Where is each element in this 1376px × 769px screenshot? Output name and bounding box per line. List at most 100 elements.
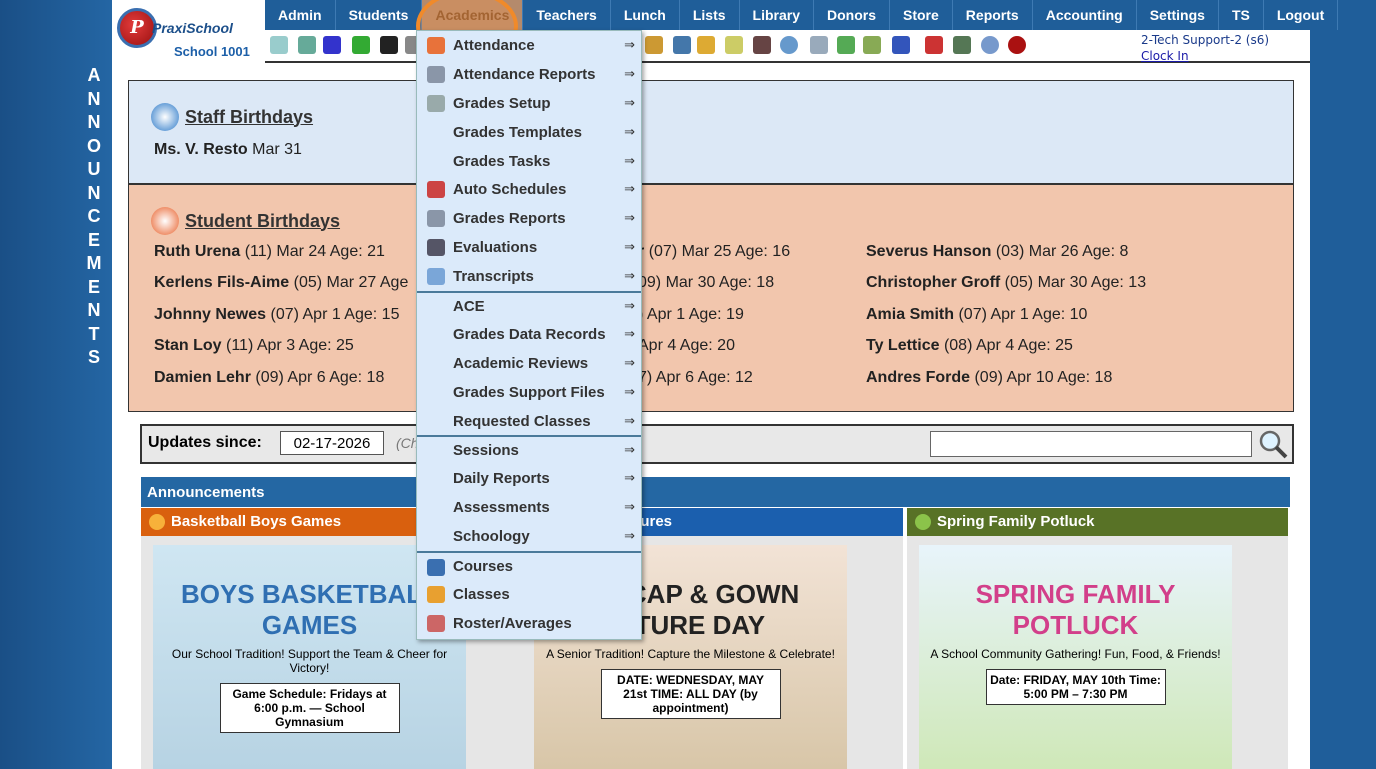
menu-item-academic-reviews[interactable]: Academic Reviews ⇒ bbox=[417, 349, 641, 378]
menu-item-grades-templates[interactable]: Grades Templates ⇒ bbox=[417, 118, 641, 147]
menu-item-courses[interactable]: Courses bbox=[417, 551, 641, 580]
student-birthday-entry: 09) Mar 30 Age: 18 bbox=[638, 274, 774, 292]
student-birthday-entry: 7) Apr 6 Age: 12 bbox=[638, 369, 753, 387]
pdf-icon[interactable] bbox=[925, 36, 943, 54]
nav-item-library[interactable]: Library bbox=[740, 0, 814, 30]
person-detail: (07) Apr 1 Age: 10 bbox=[958, 306, 1088, 323]
person-detail: (11) Apr 3 Age: 25 bbox=[226, 337, 354, 354]
person-detail: (03) Mar 26 Age: 8 bbox=[995, 243, 1129, 260]
clock-in-link[interactable]: Clock In bbox=[1141, 48, 1269, 64]
menu-item-schoology[interactable]: Schoology ⇒ bbox=[417, 522, 641, 551]
search-input[interactable] bbox=[930, 431, 1252, 457]
calculator-icon[interactable] bbox=[810, 36, 828, 54]
card-title[interactable]: Basketball Boys Games bbox=[171, 508, 341, 536]
menu-item-label: Requested Classes bbox=[453, 412, 591, 430]
note-arrow-icon[interactable] bbox=[725, 36, 743, 54]
card-title[interactable]: Spring Family Potluck bbox=[937, 508, 1095, 536]
student-birthdays-panel: Student Birthdays Ruth Urena (11) Mar 24… bbox=[128, 184, 1294, 412]
search-icon[interactable] bbox=[270, 36, 288, 54]
announcement-poster[interactable]: SPRING FAMILY POTLUCK A School Community … bbox=[919, 545, 1232, 769]
roster-icon bbox=[427, 614, 445, 632]
card-header[interactable]: Spring Family Potluck bbox=[907, 508, 1288, 536]
menu-item-ace[interactable]: ACE ⇒ bbox=[417, 291, 641, 320]
student-birthday-entry: Christopher Groff (05) Mar 30 Age: 13 bbox=[866, 274, 1146, 292]
student-birthdays-title[interactable]: Student Birthdays bbox=[151, 207, 340, 235]
burger-icon[interactable] bbox=[645, 36, 663, 54]
menu-item-classes[interactable]: Classes bbox=[417, 580, 641, 609]
menu-item-grades-data-records[interactable]: Grades Data Records ⇒ bbox=[417, 320, 641, 349]
checkbox-icon bbox=[427, 239, 445, 257]
menu-item-grades-reports[interactable]: Grades Reports ⇒ bbox=[417, 204, 641, 233]
card-icon[interactable] bbox=[837, 36, 855, 54]
menu-item-grades-tasks[interactable]: Grades Tasks ⇒ bbox=[417, 147, 641, 176]
person-detail: (08) Apr 4 Age: 25 bbox=[943, 337, 1073, 354]
person-detail: (09) Apr 6 Age: 18 bbox=[255, 369, 385, 386]
nav-item-accounting[interactable]: Accounting bbox=[1033, 0, 1137, 30]
student-birthday-entry: Damien Lehr (09) Apr 6 Age: 18 bbox=[154, 369, 384, 387]
updates-since-date-input[interactable] bbox=[280, 431, 384, 455]
calendar-icon[interactable] bbox=[298, 36, 316, 54]
person-detail: 09) Mar 30 Age: 18 bbox=[638, 274, 775, 291]
menu-item-assessments[interactable]: Assessments ⇒ bbox=[417, 493, 641, 522]
phone-icon[interactable] bbox=[380, 36, 398, 54]
menu-item-grades-setup[interactable]: Grades Setup ⇒ bbox=[417, 89, 641, 118]
updates-bar: Updates since: (Ch bbox=[140, 424, 1294, 464]
menu-item-attendance[interactable]: Attendance ⇒ bbox=[417, 31, 641, 60]
nav-item-lists[interactable]: Lists bbox=[680, 0, 740, 30]
menu-item-label: Grades Data Records bbox=[453, 325, 606, 343]
nav-item-settings[interactable]: Settings bbox=[1137, 0, 1219, 30]
bell-icon[interactable] bbox=[697, 36, 715, 54]
menu-item-attendance-reports[interactable]: Attendance Reports ⇒ bbox=[417, 60, 641, 89]
menu-item-label: Grades Support Files bbox=[453, 383, 605, 401]
announcement-card[interactable]: Spring Family Potluck SPRING FAMILY POTLU… bbox=[907, 508, 1288, 769]
nav-item-logout[interactable]: Logout bbox=[1264, 0, 1339, 30]
alarm-clock-icon[interactable] bbox=[780, 36, 798, 54]
nav-item-reports[interactable]: Reports bbox=[953, 0, 1033, 30]
menu-item-label: Attendance Reports bbox=[453, 65, 596, 83]
calendar-clock-icon bbox=[427, 181, 445, 199]
menu-item-label: Sessions bbox=[453, 442, 519, 460]
menu-item-auto-schedules[interactable]: Auto Schedules ⇒ bbox=[417, 175, 641, 204]
book-icon[interactable] bbox=[673, 36, 691, 54]
ap-icon[interactable] bbox=[892, 36, 910, 54]
printer-card-icon[interactable] bbox=[863, 36, 881, 54]
menu-item-transcripts[interactable]: Transcripts ⇒ bbox=[417, 262, 641, 291]
student-birthday-entry: Severus Hanson (03) Mar 26 Age: 8 bbox=[866, 243, 1128, 261]
chat-icon[interactable] bbox=[352, 36, 370, 54]
nav-item-store[interactable]: Store bbox=[890, 0, 953, 30]
poster-details: Date: FRIDAY, MAY 10th Time: 5:00 PM – 7… bbox=[985, 669, 1166, 705]
logo-mark: P bbox=[117, 8, 157, 48]
announcements-vertical-label[interactable]: ANNOUNCEMENTS bbox=[84, 64, 104, 370]
student-birthday-entry: Johnny Newes (07) Apr 1 Age: 15 bbox=[154, 306, 399, 324]
nav-item-lunch[interactable]: Lunch bbox=[611, 0, 680, 30]
staff-birthday-entry: Ms. V. Resto Mar 31 bbox=[154, 141, 302, 159]
alert-icon[interactable] bbox=[1008, 36, 1026, 54]
menu-item-grades-support-files[interactable]: Grades Support Files ⇒ bbox=[417, 378, 641, 407]
person-name: Damien Lehr bbox=[154, 369, 251, 386]
nav-item-ts[interactable]: TS bbox=[1219, 0, 1264, 30]
menu-item-sessions[interactable]: Sessions ⇒ bbox=[417, 435, 641, 464]
at-email-icon[interactable] bbox=[323, 36, 341, 54]
person-icon bbox=[427, 585, 445, 603]
arrow-right-icon: ⇒ bbox=[624, 37, 635, 53]
menu-item-daily-reports[interactable]: Daily Reports ⇒ bbox=[417, 464, 641, 493]
menu-item-roster-averages[interactable]: Roster/Averages bbox=[417, 609, 641, 638]
person-icon[interactable] bbox=[753, 36, 771, 54]
nav-item-teachers[interactable]: Teachers bbox=[523, 0, 611, 30]
nav-item-admin[interactable]: Admin bbox=[265, 0, 336, 30]
person-detail: Apr 4 Age: 20 bbox=[638, 337, 735, 354]
help-icon[interactable] bbox=[981, 36, 999, 54]
person-name: Amia Smith bbox=[866, 306, 955, 323]
printer-icon bbox=[427, 210, 445, 228]
menu-item-requested-classes[interactable]: Requested Classes ⇒ bbox=[417, 407, 641, 436]
staff-birthdays-title[interactable]: Staff Birthdays bbox=[151, 103, 313, 131]
search-icon[interactable] bbox=[1258, 429, 1288, 459]
logo[interactable]: P PraxiSchool School 1001 bbox=[112, 0, 265, 62]
nav-item-students[interactable]: Students bbox=[336, 0, 423, 30]
nav-item-donors[interactable]: Donors bbox=[814, 0, 890, 30]
menu-item-evaluations[interactable]: Evaluations ⇒ bbox=[417, 233, 641, 262]
poster-details: DATE: WEDNESDAY, MAY 21st TIME: ALL DAY … bbox=[600, 669, 781, 719]
staff-birthdays-title-text: Staff Birthdays bbox=[185, 106, 314, 127]
cash-register-icon[interactable] bbox=[953, 36, 971, 54]
person-detail: ) Apr 1 Age: 19 bbox=[638, 306, 744, 323]
